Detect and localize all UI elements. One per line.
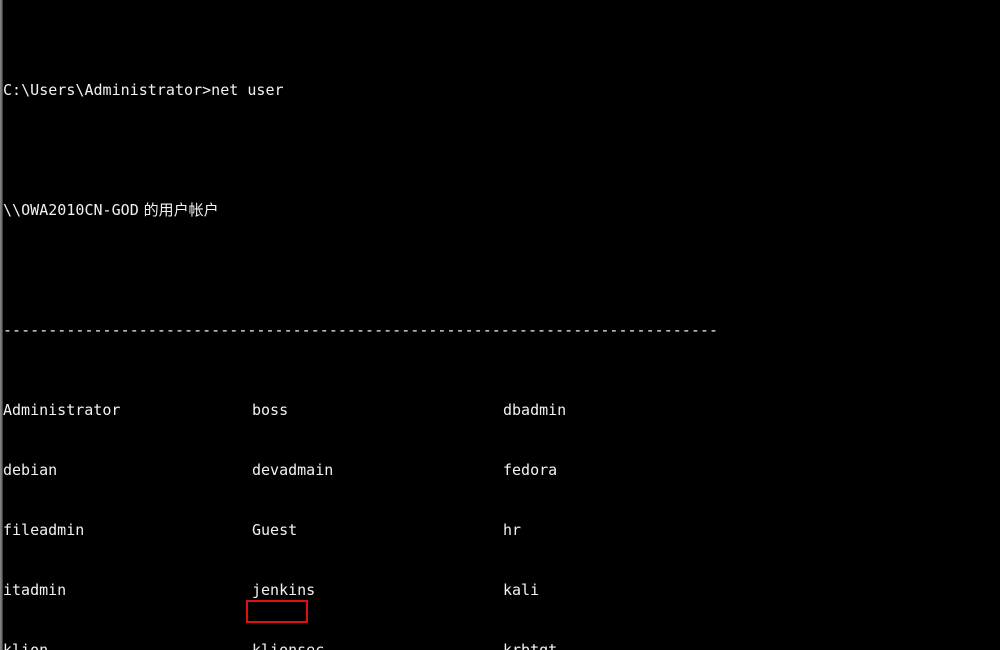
user-row: fileadmin Guest hr <box>3 520 1000 540</box>
user-row: Administrator boss dbadmin <box>3 400 1000 420</box>
user-row: itadmin jenkins kali <box>3 580 1000 600</box>
user-cell: Guest <box>252 521 298 539</box>
user-cell: boss <box>252 401 289 419</box>
user-row: klion klionsec krbtgt <box>3 640 1000 650</box>
user-cell: klionsec <box>252 641 325 650</box>
user-cell: Administrator <box>3 401 121 419</box>
host-header-label-1: 的用户帐户 <box>143 201 219 219</box>
user-cell: kali <box>503 581 540 599</box>
user-cell: debian <box>3 461 58 479</box>
separator-line-1: ----------------------------------------… <box>3 321 719 339</box>
user-cell: klion <box>3 641 49 650</box>
command-prompt-window[interactable]: C:\Users\Administrator>net user \\OWA201… <box>0 0 1000 650</box>
prompt-line-1: C:\Users\Administrator>net user <box>3 81 284 99</box>
user-cell: hr <box>503 521 522 539</box>
user-cell: jenkins <box>252 581 316 599</box>
host-name-1: \\OWA2010CN-GOD <box>3 201 139 219</box>
user-cell: dbadmin <box>503 401 567 419</box>
host-header-1: \\OWA2010CN-GOD 的用户帐户 <box>3 200 1000 220</box>
user-cell: itadmin <box>3 581 67 599</box>
user-cell: devadmain <box>252 461 334 479</box>
console-output-area[interactable]: C:\Users\Administrator>net user \\OWA201… <box>3 0 1000 650</box>
user-cell: fedora <box>503 461 558 479</box>
user-cell: krbtgt <box>503 641 558 650</box>
user-row: debian devadmain fedora <box>3 460 1000 480</box>
user-cell: fileadmin <box>3 521 85 539</box>
